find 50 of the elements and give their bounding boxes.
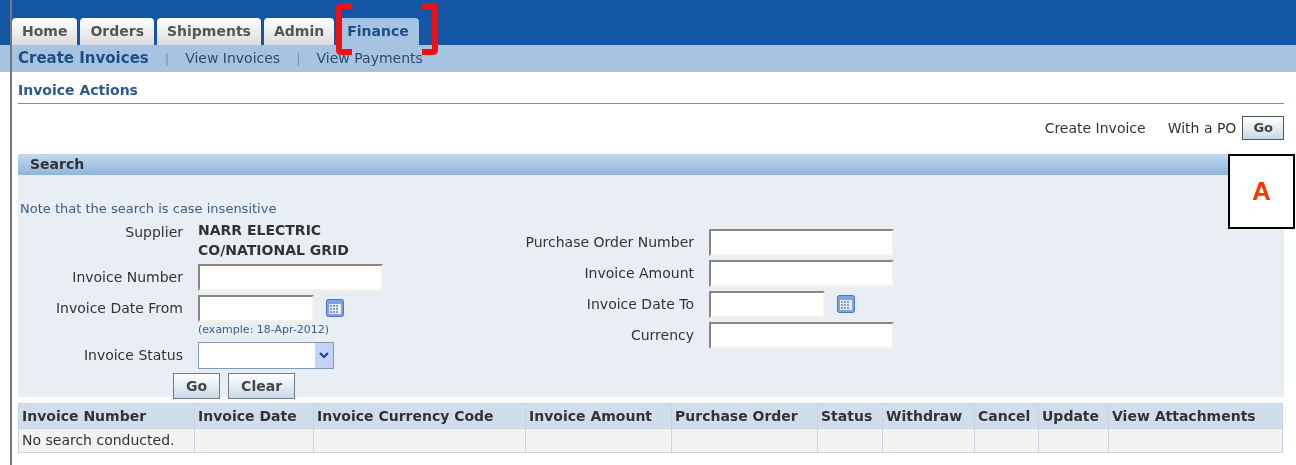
column-header[interactable]: View Attachments xyxy=(1108,403,1283,429)
separator: | xyxy=(164,49,170,68)
nav-tab[interactable]: Shipments xyxy=(157,18,261,45)
input-field[interactable] xyxy=(709,321,894,349)
calendar-icon[interactable] xyxy=(326,299,344,317)
column-header[interactable]: Invoice Amount xyxy=(525,403,672,429)
column-header[interactable]: Status xyxy=(817,403,883,429)
separator: | xyxy=(296,49,301,68)
column-header[interactable]: Purchase Order xyxy=(671,403,818,429)
column-header[interactable]: Cancel xyxy=(974,403,1039,429)
column-header[interactable]: Withdraw xyxy=(882,403,975,429)
nav-tab[interactable]: Home xyxy=(12,18,78,45)
search-button[interactable]: Go xyxy=(173,373,221,399)
column-header[interactable]: Update xyxy=(1038,403,1109,429)
supplier-value: NARR ELECTRIC CO/NATIONAL GRID xyxy=(198,220,350,260)
subtab-link[interactable]: View Invoices xyxy=(185,48,281,69)
field-label: Supplier xyxy=(124,222,183,242)
date-hint: (example: 18-Apr-2012) xyxy=(198,321,331,338)
search-title: Search xyxy=(30,155,85,174)
create-invoice-label: Create Invoice xyxy=(1044,118,1146,138)
field-label: Invoice Amount xyxy=(583,263,694,283)
table-cell: No search conducted. xyxy=(18,428,195,453)
field-label: Currency xyxy=(629,325,694,345)
nav-tab[interactable]: Admin xyxy=(263,18,335,45)
field-label: Invoice Date From xyxy=(54,298,183,318)
subtab-link[interactable]: View Payments xyxy=(316,48,423,69)
field-label: Invoice Status xyxy=(82,346,183,365)
column-header[interactable]: Invoice Currency Code xyxy=(313,403,526,429)
option-label: With a PO xyxy=(1167,118,1237,138)
input-field[interactable] xyxy=(198,263,383,291)
date-field[interactable] xyxy=(198,294,314,322)
nav-tab[interactable]: Orders xyxy=(80,18,154,45)
section-title: Invoice Actions xyxy=(18,82,138,98)
search-button[interactable]: Clear xyxy=(228,373,296,399)
callout-label: A xyxy=(1252,175,1271,208)
input-field[interactable] xyxy=(709,259,894,287)
field-label: Invoice Date To xyxy=(585,294,694,314)
input-field[interactable] xyxy=(709,228,894,256)
date-field[interactable] xyxy=(709,290,825,318)
calendar-icon[interactable] xyxy=(837,295,855,313)
field-label: Invoice Number xyxy=(71,267,183,287)
column-header[interactable]: Invoice Number xyxy=(18,403,195,429)
highlight-bracket-drawing xyxy=(422,3,438,55)
search-note: Note that the search is case insensitive xyxy=(20,200,278,218)
subtab-link[interactable]: Create Invoices xyxy=(18,47,149,70)
select-field[interactable] xyxy=(198,342,334,369)
field-label: Purchase Order Number xyxy=(524,232,694,252)
column-header[interactable]: Invoice Date xyxy=(194,403,314,429)
dropdown-icon[interactable] xyxy=(315,343,333,368)
go-button[interactable]: Go xyxy=(1242,116,1284,140)
